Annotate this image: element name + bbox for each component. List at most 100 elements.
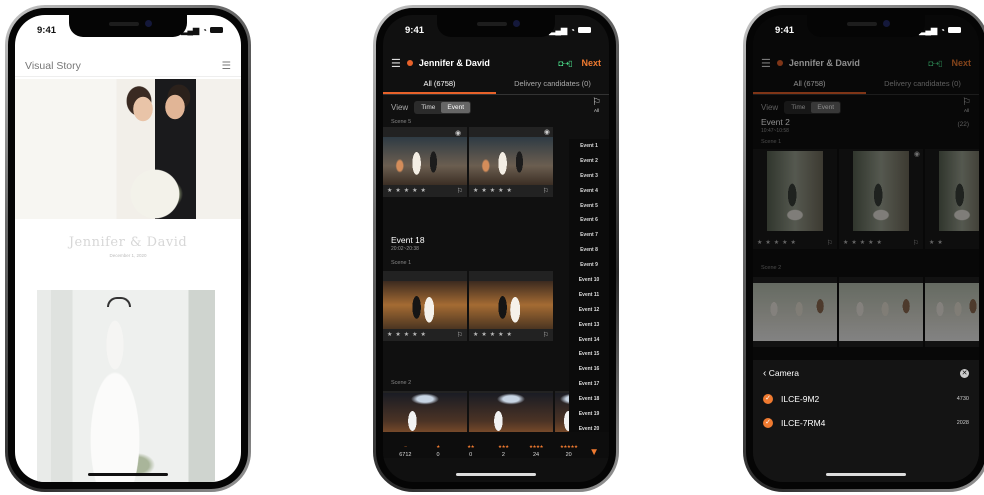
rating-stars-label: ★★★: [498, 444, 509, 449]
phone-screen: 9:41 ▂▄▆ ◔ ☰ Jennifer & David ◘⇢▯ Next Al…: [383, 15, 609, 482]
status-time: 9:41: [37, 24, 57, 36]
flag-filter-button[interactable]: ⚐ All: [592, 98, 601, 115]
project-title: Jennifer & David: [418, 58, 490, 68]
photo-image: [383, 137, 467, 185]
event-index-item[interactable]: Event 14: [569, 333, 609, 348]
hamburger-menu-icon[interactable]: ☰: [222, 60, 231, 72]
view-time-option[interactable]: Time: [415, 102, 441, 113]
home-indicator[interactable]: [826, 473, 906, 476]
flag-icon[interactable]: ⚐: [543, 187, 549, 195]
filter-funnel-icon[interactable]: ▼: [585, 447, 603, 458]
status-time: 9:41: [775, 24, 795, 36]
home-indicator[interactable]: [456, 473, 536, 476]
event-index-item[interactable]: Event 2: [569, 154, 609, 169]
photo-image: [383, 281, 467, 329]
photo-thumbnail[interactable]: ★★★★★ ⚐: [469, 271, 553, 341]
rating-filter-bar: – 6712 ★ 0 ★★ 0 ★★★ 2 ★★★★ 24 ★★★★★ 20 ▼: [383, 432, 609, 458]
phone-visual-story: 9:41 ▂▄▆ ◔ Visual Story ☰ Jennifer & Davi…: [5, 5, 251, 492]
event-index-item[interactable]: Event 12: [569, 303, 609, 318]
tab-delivery-candidates[interactable]: Delivery candidates (0): [496, 75, 609, 94]
rating-filter-cell[interactable]: ★★★★★ 20: [552, 444, 585, 458]
rating-stars[interactable]: ★★★★★: [473, 331, 515, 338]
sheet-title: Camera: [768, 368, 799, 378]
event-index-item[interactable]: Event 4: [569, 184, 609, 199]
rating-filter-cell[interactable]: ★★ 0: [454, 444, 487, 458]
event-index-item[interactable]: Event 17: [569, 377, 609, 392]
rating-stars-label: –: [404, 444, 407, 449]
wifi-icon: ◔: [570, 25, 575, 35]
next-button[interactable]: Next: [581, 58, 601, 68]
photo-thumbnail[interactable]: [383, 391, 467, 433]
event-time: 20:02~20:38: [391, 246, 419, 252]
rating-stars[interactable]: ★★★★★: [387, 187, 429, 194]
phone-camera-filter: 9:41 ▂▄▆ ◔ ☰ Jennifer & David ◘⇢▯ Next Al…: [743, 5, 984, 492]
event-index-item[interactable]: Event 13: [569, 318, 609, 333]
rating-stars-label: ★★★★: [528, 444, 544, 449]
close-icon[interactable]: ✕: [960, 369, 969, 378]
back-button[interactable]: ‹ Camera: [763, 368, 799, 379]
rating-stars[interactable]: ★★★★★: [473, 187, 515, 194]
couple-names: Jennifer & David: [68, 235, 188, 250]
top-bar: ☰ Jennifer & David ◘⇢▯ Next: [383, 53, 609, 73]
wifi-icon: ◔: [940, 25, 945, 35]
event-index-item[interactable]: Event 5: [569, 199, 609, 214]
battery-icon: [578, 27, 591, 33]
event-index-item[interactable]: Event 10: [569, 273, 609, 288]
view-row: View Time Event ⚐ All: [391, 98, 601, 115]
flag-icon[interactable]: ⚐: [457, 331, 463, 339]
scene-label: Scene 1: [391, 260, 412, 266]
checkmark-icon[interactable]: ✓: [763, 394, 773, 404]
rating-filter-cell[interactable]: ★★★ 2: [487, 444, 520, 458]
rating-filter-cell[interactable]: ★ 0: [422, 444, 455, 458]
photo-image: [469, 393, 553, 433]
rating-stars[interactable]: ★★★★★: [387, 331, 429, 338]
photo-thumbnail[interactable]: ★★★★★ ⚐: [383, 271, 467, 341]
hamburger-menu-icon[interactable]: ☰: [391, 57, 401, 70]
event-index-item[interactable]: Event 19: [569, 407, 609, 422]
photo-image: [469, 281, 553, 329]
checkmark-icon[interactable]: ✓: [763, 418, 773, 428]
scene-label: Scene 5: [391, 119, 412, 125]
event-index-item[interactable]: Event 8: [569, 243, 609, 258]
rating-count: 24: [532, 452, 540, 458]
flag-icon[interactable]: ⚐: [543, 331, 549, 339]
event-index-item[interactable]: Event 18: [569, 392, 609, 407]
dress-photo[interactable]: [37, 290, 215, 482]
photo-thumbnail[interactable]: ★★★★★ ⚐: [383, 127, 467, 197]
rating-filter-cell[interactable]: ★★★★ 24: [520, 444, 553, 458]
event-index-item[interactable]: Event 9: [569, 258, 609, 273]
event-index-item[interactable]: Event 6: [569, 213, 609, 228]
tab-all[interactable]: All (6758): [383, 75, 496, 94]
rating-count: 0: [469, 452, 473, 458]
event-index-item[interactable]: Event 1: [569, 139, 609, 154]
event-title: Event 18: [391, 235, 425, 245]
rating-stars-label: ★★: [467, 444, 475, 449]
home-indicator[interactable]: [88, 473, 168, 476]
camera-row[interactable]: ✓ ILCE-9M2 4730: [753, 387, 979, 411]
photo-thumbnail[interactable]: [469, 391, 553, 433]
photo-image: [469, 137, 553, 185]
app-title: Visual Story: [25, 59, 81, 72]
camera-name: ILCE-9M2: [781, 394, 820, 404]
event-index-item[interactable]: Event 7: [569, 228, 609, 243]
sheet-backdrop[interactable]: [753, 15, 979, 360]
view-event-option[interactable]: Event: [441, 101, 471, 113]
battery-icon: [210, 27, 223, 33]
event-index-item[interactable]: Event 15: [569, 347, 609, 362]
rating-count: 6712: [399, 452, 412, 458]
event-index-item[interactable]: Event 11: [569, 288, 609, 303]
event-index-item[interactable]: Event 3: [569, 169, 609, 184]
app-bar: Visual Story ☰: [15, 55, 241, 77]
flag-icon[interactable]: ⚐: [457, 187, 463, 195]
photo-thumbnail[interactable]: ◉ ★★★★★ ⚐: [469, 127, 553, 197]
hero-photo[interactable]: [15, 79, 241, 219]
rating-count: 0: [436, 452, 440, 458]
event-index-item[interactable]: Event 16: [569, 362, 609, 377]
view-toggle: Time Event: [414, 100, 472, 114]
rating-filter-cell[interactable]: – 6712: [389, 444, 422, 458]
camera-link-icon[interactable]: ◘⇢▯: [559, 59, 573, 68]
phone-screen: 9:41 ▂▄▆ ◔ Visual Story ☰ Jennifer & Davi…: [15, 15, 241, 482]
sheet-header: ‹ Camera ✕: [753, 360, 979, 387]
camera-count: 2028: [956, 420, 969, 426]
camera-row[interactable]: ✓ ILCE-7RM4 2028: [753, 411, 979, 435]
